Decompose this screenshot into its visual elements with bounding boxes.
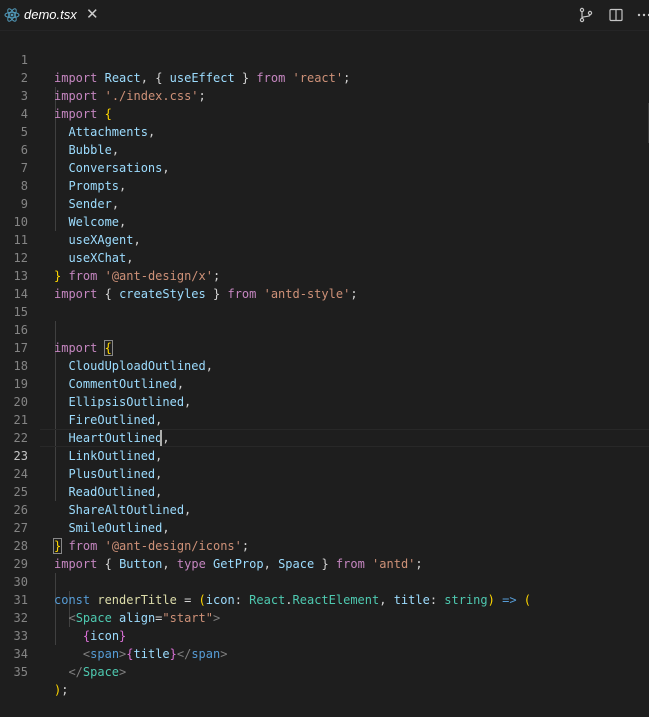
code-line: 8 Sender,: [0, 159, 649, 211]
code-line: 34 </Space>: [0, 627, 649, 679]
source-control-compare-icon[interactable]: [578, 7, 594, 23]
code-line: 10 useXAgent,: [0, 195, 649, 247]
code-line: 17 CloudUploadOutlined,: [0, 321, 649, 373]
code-line: 26 SmileOutlined,: [0, 483, 649, 535]
line-number: 35: [13, 665, 28, 679]
code-line: 5 Bubble,: [0, 105, 649, 157]
text-cursor: [160, 430, 162, 446]
code-line: 2 import './index.css';: [0, 51, 649, 103]
more-actions-icon[interactable]: [636, 7, 649, 23]
code-line: 20 FireOutlined,: [0, 375, 649, 427]
code-line: 35 );: [0, 645, 649, 697]
code-line: 28 import { Button, type GetProp, Space …: [0, 519, 649, 571]
code-editor[interactable]: 1 import React, { useEffect } from 'reac…: [0, 33, 649, 697]
code-line: 32 {icon}: [0, 591, 649, 643]
code-line: 3 import {: [0, 69, 649, 121]
code-line: 6 Conversations,: [0, 123, 649, 175]
code-line: 11 useXChat,: [0, 213, 649, 265]
tab-demo-tsx[interactable]: demo.tsx ✕: [0, 0, 108, 30]
code-line: 27 } from '@ant-design/icons';: [0, 501, 649, 554]
tab-label: demo.tsx: [24, 7, 77, 22]
close-icon[interactable]: ✕: [86, 5, 99, 23]
code-line: 7 Prompts,: [0, 141, 649, 193]
code-line: 19 EllipsisOutlined,: [0, 357, 649, 409]
punctuation: ;: [61, 683, 69, 697]
code-line: 22 LinkOutlined,: [0, 411, 649, 463]
jsx-bracket: </: [68, 665, 83, 679]
jsx-tag: Space: [82, 665, 120, 679]
code-line: 9 Welcome,: [0, 177, 649, 229]
code-line: 33 <span>{title}</span>: [0, 609, 649, 661]
code-line-current: 23 PlusOutlined,: [0, 429, 649, 481]
code-line: 13 import { createStyles } from 'antd-st…: [0, 249, 649, 301]
code-line: 14: [0, 267, 649, 301]
code-line: 30 const renderTitle = (icon: React.Reac…: [0, 555, 649, 607]
code-line: 25 ShareAltOutlined,: [0, 465, 649, 517]
split-editor-icon[interactable]: [608, 7, 624, 23]
editor-tab-bar: demo.tsx ✕: [0, 0, 649, 31]
code-line: 29: [0, 537, 649, 571]
code-line: 4 Attachments,: [0, 87, 649, 139]
code-line: 15: [0, 285, 649, 319]
code-line: 12 } from '@ant-design/x';: [0, 231, 649, 283]
jsx-bracket: >: [119, 665, 127, 679]
code-line: 1 import React, { useEffect } from 'reac…: [0, 33, 649, 85]
code-line: 31 <Space align="start">: [0, 573, 649, 625]
code-line: 21 HeartOutlined,: [0, 393, 649, 445]
paren: ): [54, 683, 62, 697]
code-line: 18 CommentOutlined,: [0, 339, 649, 391]
code-line: 24 ReadOutlined,: [0, 447, 649, 499]
code-line: 16 import {: [0, 303, 649, 356]
react-icon: [4, 8, 20, 22]
